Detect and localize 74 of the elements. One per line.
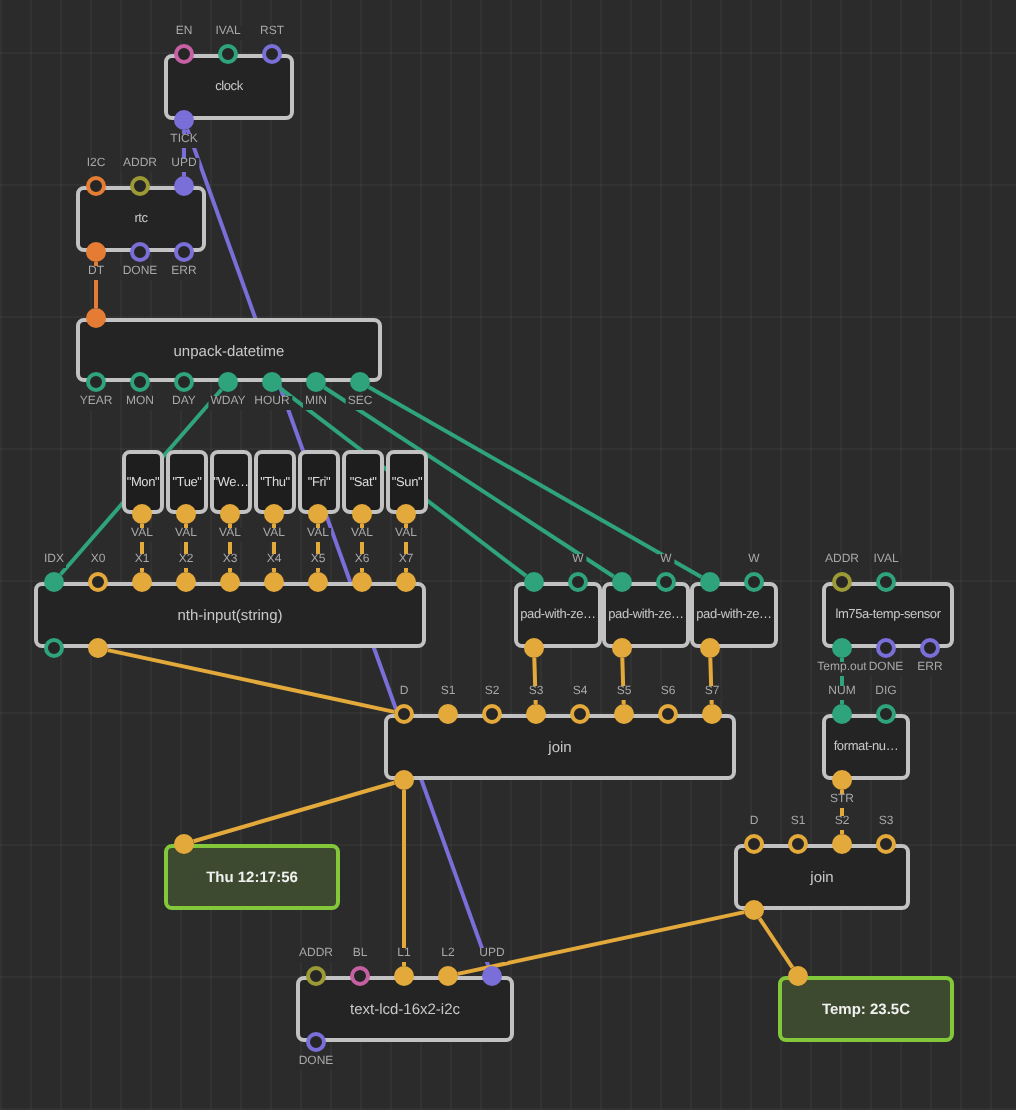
input-pin[interactable] [876,572,896,592]
output-pin[interactable] [88,638,108,658]
output-pin[interactable] [130,242,150,262]
output-pin[interactable] [86,372,106,392]
input-pin[interactable] [438,966,458,986]
output-pin[interactable] [832,638,852,658]
input-pin[interactable] [308,572,328,592]
output-pin[interactable] [700,638,720,658]
input-pin[interactable] [174,44,194,64]
output-pin[interactable] [86,242,106,262]
input-pin[interactable] [220,572,240,592]
input-pin[interactable] [88,572,108,592]
input-pin[interactable] [656,572,676,592]
output-pin[interactable] [920,638,940,658]
input-pin[interactable] [744,572,764,592]
input-pin[interactable] [86,176,106,196]
output-pin[interactable] [524,638,544,658]
input-pin[interactable] [788,834,808,854]
input-pin[interactable] [614,704,634,724]
output-pin[interactable] [876,638,896,658]
input-pin[interactable] [524,572,544,592]
input-pin[interactable] [700,572,720,592]
input-pin[interactable] [702,704,722,724]
input-pin[interactable] [130,176,150,196]
output-pin[interactable] [174,110,194,130]
output-pin[interactable] [174,372,194,392]
output-pin[interactable] [132,504,152,524]
input-pin[interactable] [132,572,152,592]
input-pin[interactable] [744,834,764,854]
output-pin[interactable] [44,638,64,658]
input-pin[interactable] [832,704,852,724]
wire-line [94,262,98,308]
output-pin[interactable] [174,242,194,262]
input-pin[interactable] [394,704,414,724]
output-pin[interactable] [352,504,372,524]
input-pin[interactable] [174,834,194,854]
input-pin[interactable] [352,572,372,592]
output-pin[interactable] [308,504,328,524]
input-pin[interactable] [612,572,632,592]
input-pin[interactable] [174,176,194,196]
input-pin[interactable] [438,704,458,724]
input-pin[interactable] [394,966,414,986]
output-pin[interactable] [744,900,764,920]
input-pin[interactable] [350,966,370,986]
input-pin[interactable] [86,308,106,328]
input-pin[interactable] [570,704,590,724]
output-pin[interactable] [832,770,852,790]
input-pin[interactable] [176,572,196,592]
input-pin[interactable] [44,572,64,592]
output-pin[interactable] [220,504,240,524]
output-pin[interactable] [306,1032,326,1052]
input-pin[interactable] [396,572,416,592]
input-pin[interactable] [568,572,588,592]
output-pin[interactable] [176,504,196,524]
input-pin[interactable] [306,966,326,986]
input-pin[interactable] [264,572,284,592]
output-pin[interactable] [130,372,150,392]
input-pin[interactable] [876,704,896,724]
input-pin[interactable] [482,704,502,724]
output-pin[interactable] [350,372,370,392]
wire-line [757,917,795,969]
output-pin[interactable] [612,638,632,658]
input-pin[interactable] [876,834,896,854]
output-pin[interactable] [394,770,414,790]
input-pin[interactable] [658,704,678,724]
input-pin[interactable] [788,966,808,986]
input-pin[interactable] [832,572,852,592]
input-pin[interactable] [262,44,282,64]
output-pin[interactable] [396,504,416,524]
input-pin[interactable] [526,704,546,724]
input-pin[interactable] [218,44,238,64]
input-pin[interactable] [832,834,852,854]
output-pin[interactable] [264,504,284,524]
output-pin[interactable] [306,372,326,392]
